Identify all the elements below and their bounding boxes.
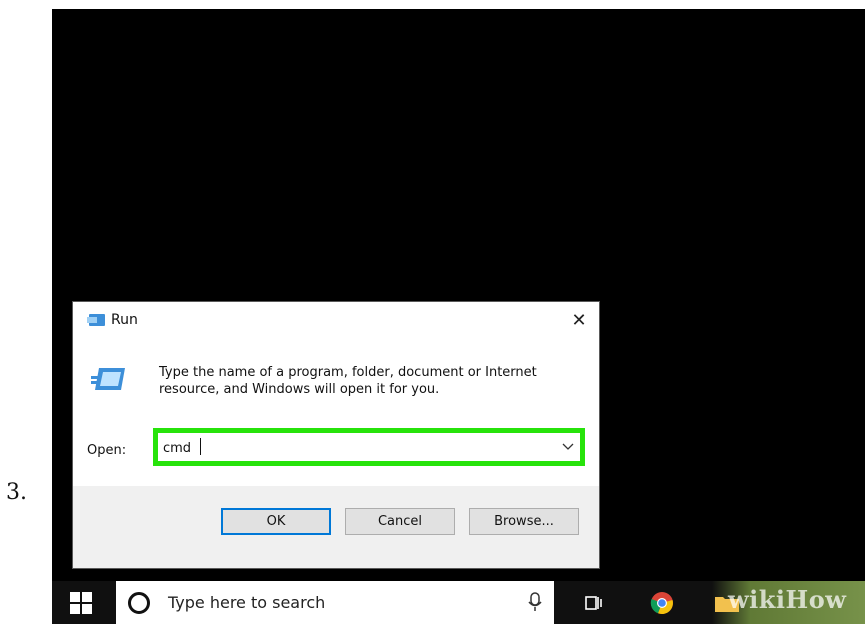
open-label: Open: [87, 443, 127, 458]
wikihow-watermark: wikiHow [728, 585, 847, 614]
browse-button[interactable]: Browse... [469, 508, 579, 535]
desktop-screen: Run ✕ Type the name of a program, folder… [52, 9, 865, 624]
run-app-icon [87, 314, 105, 326]
run-dialog: Run ✕ Type the name of a program, folder… [72, 301, 600, 569]
chevron-down-icon[interactable] [562, 441, 574, 451]
cortana-circle-icon [128, 592, 150, 614]
text-cursor [200, 438, 201, 455]
close-icon: ✕ [571, 309, 587, 331]
taskbar: Type here to search wikiHow [52, 581, 865, 624]
microphone-icon[interactable] [528, 592, 542, 612]
dialog-description: Type the name of a program, folder, docu… [159, 365, 537, 397]
cancel-button[interactable]: Cancel [345, 508, 455, 535]
dialog-title: Run [111, 312, 138, 328]
taskbar-search-box[interactable]: Type here to search [116, 581, 554, 624]
open-input[interactable] [163, 437, 543, 459]
title-bar[interactable]: Run ✕ [73, 302, 599, 338]
run-program-icon [91, 368, 125, 390]
task-view-icon[interactable] [584, 593, 604, 613]
dialog-footer: OK Cancel Browse... [73, 486, 599, 568]
open-combobox[interactable] [153, 428, 585, 466]
chrome-icon[interactable] [650, 591, 674, 615]
step-number: 3. [6, 480, 27, 505]
close-button[interactable]: ✕ [559, 302, 599, 338]
ok-button[interactable]: OK [221, 508, 331, 535]
windows-start-icon[interactable] [70, 592, 92, 614]
search-placeholder: Type here to search [168, 593, 326, 612]
